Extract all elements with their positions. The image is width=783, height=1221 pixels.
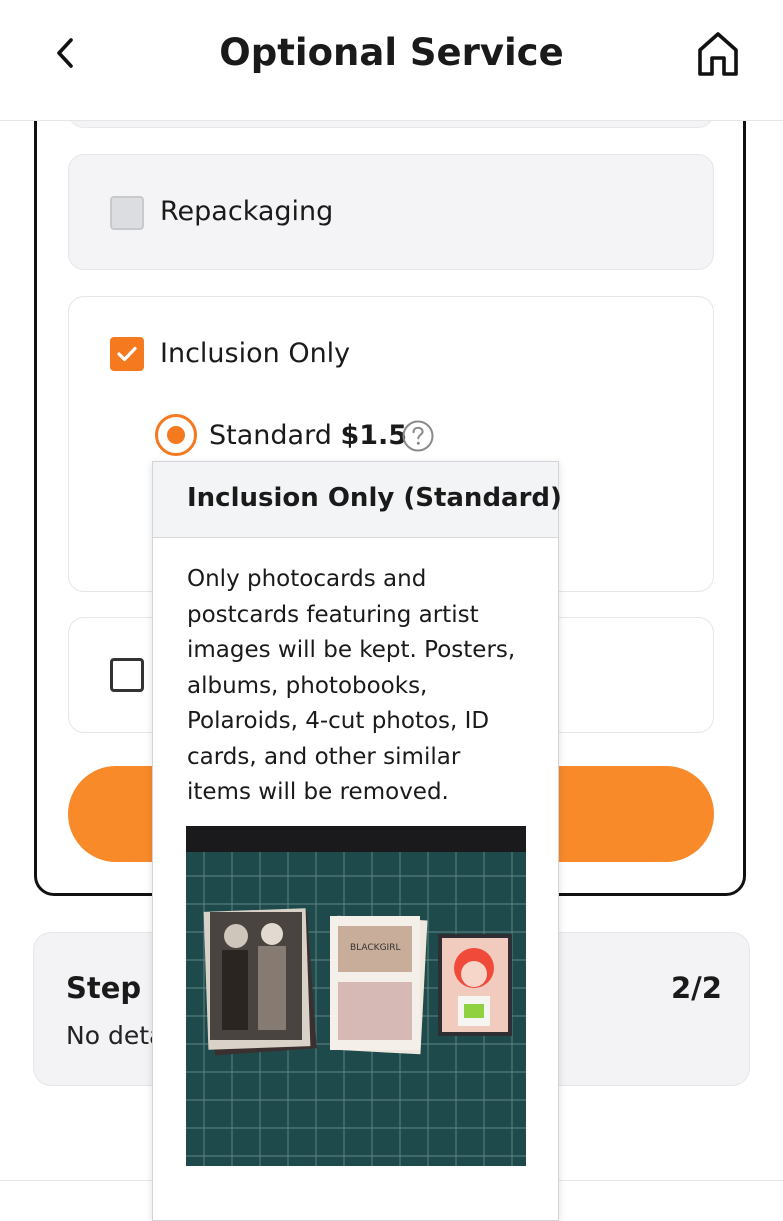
step-count: 2/2 [671,971,722,1005]
sample-photo: BLACKGIRL [186,826,526,1166]
standard-radio[interactable] [155,414,197,456]
tooltip-title: Inclusion Only (Standard) [187,483,562,513]
standard-option-label: Standard $1.5 [209,418,407,454]
top-bar: Optional Service [0,0,783,121]
inclusion-only-checkbox[interactable] [110,337,144,371]
question-mark-icon[interactable] [401,419,435,453]
tooltip-header: Inclusion Only (Standard) [153,462,562,538]
tooltip-description: Only photocards and postcards featuring … [187,566,516,805]
inclusion-tooltip: Inclusion Only (Standard) Only photocard… [152,461,562,1221]
radio-selected-dot [167,426,185,444]
third-option-checkbox[interactable] [110,658,144,692]
step-subtitle: No deta [66,1021,165,1050]
page-title: Optional Service [219,31,564,74]
standard-tier-name: Standard [209,420,332,451]
inclusion-only-label: Inclusion Only [160,338,351,369]
repackaging-checkbox[interactable] [110,196,144,230]
check-icon [117,346,137,362]
svg-text:BLACKGIRL: BLACKGIRL [350,943,400,953]
repackaging-label: Repackaging [160,196,334,227]
standard-tier-price: $1.5 [340,420,408,451]
home-icon[interactable] [692,28,744,80]
